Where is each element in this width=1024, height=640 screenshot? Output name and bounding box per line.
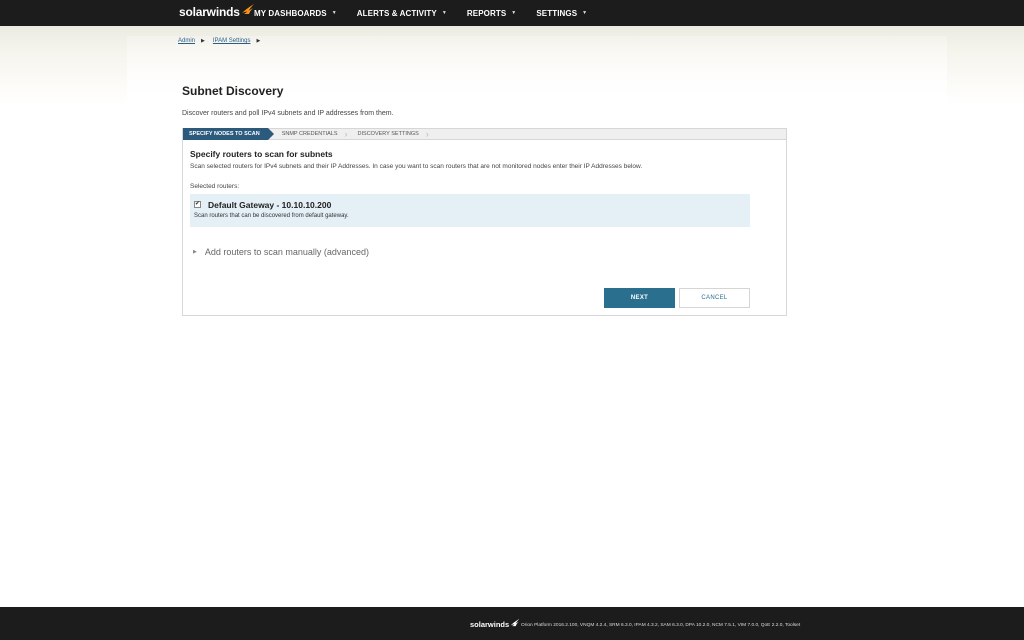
expand-arrow-icon: ▶ <box>193 249 197 255</box>
main-menu: MY DASHBOARDS ▼ ALERTS & ACTIVITY ▼ REPO… <box>254 0 587 26</box>
footer-brand-name: solarwinds <box>470 620 510 629</box>
caret-down-icon: ▼ <box>331 10 337 16</box>
step-discovery-settings-label: DISCOVERY SETTINGS <box>357 131 419 137</box>
nav-reports-label: REPORTS <box>466 8 507 18</box>
page-title: Subnet Discovery <box>182 84 284 98</box>
solarwinds-bird-icon <box>241 4 254 14</box>
nav-alerts-activity-label: ALERTS & ACTIVITY <box>356 8 437 18</box>
footer-logo: solarwinds <box>470 618 520 629</box>
next-button[interactable]: NEXT <box>604 288 675 308</box>
breadcrumb-arrow-icon: ▶ <box>256 38 261 44</box>
step-snmp-credentials-label: SNMP CREDENTIALS <box>281 131 338 137</box>
router-description: Scan routers that can be discovered from… <box>194 213 349 219</box>
section-description: Scan selected routers for IPv4 subnets a… <box>190 163 643 170</box>
cancel-button[interactable]: CANCEL <box>679 288 750 308</box>
step-specify-nodes-label: SPECIFY NODES TO SCAN <box>189 131 260 137</box>
top-navigation-bar: solarwinds MY DASHBOARDS ▼ ALERTS & ACTI… <box>0 0 1024 26</box>
chevron-right-icon: › <box>344 129 348 139</box>
nav-settings[interactable]: SETTINGS ▼ <box>536 9 587 18</box>
nav-my-dashboards[interactable]: MY DASHBOARDS ▼ <box>254 9 337 18</box>
page-description: Discover routers and poll IPv4 subnets a… <box>182 110 394 117</box>
router-checkbox[interactable]: ✔ <box>194 201 201 208</box>
caret-down-icon: ▼ <box>511 10 517 16</box>
breadcrumb: Admin ▶ IPAM Settings ▶ <box>178 38 268 44</box>
router-item: ✔ Default Gateway - 10.10.10.200 Scan ro… <box>190 194 750 227</box>
nav-alerts-activity[interactable]: ALERTS & ACTIVITY ▼ <box>357 9 447 18</box>
router-name: Default Gateway - 10.10.10.200 <box>208 200 332 210</box>
section-title: Specify routers to scan for subnets <box>190 149 333 159</box>
footer-product-versions: Orion Platform 2016.2.100, VNQM 4.2.4, S… <box>521 623 801 628</box>
brand-name: solarwinds <box>179 5 240 19</box>
selected-routers-label: Selected routers: <box>190 183 240 190</box>
wizard-panel: Specify routers to scan for subnets Scan… <box>182 140 787 316</box>
step-snmp-credentials: SNMP CREDENTIALS › <box>268 128 350 140</box>
nav-settings-label: SETTINGS <box>536 8 578 18</box>
wizard-steps: SPECIFY NODES TO SCAN SNMP CREDENTIALS ›… <box>182 128 787 140</box>
breadcrumb-ipam-settings-link[interactable]: IPAM Settings <box>213 38 251 44</box>
breadcrumb-admin-link[interactable]: Admin <box>178 38 195 44</box>
solarwinds-bird-icon <box>510 618 520 627</box>
solarwinds-logo[interactable]: solarwinds <box>179 4 255 19</box>
add-routers-manually-toggle[interactable]: ▶ Add routers to scan manually (advanced… <box>193 247 369 257</box>
chevron-right-icon: › <box>425 129 429 139</box>
step-discovery-settings: DISCOVERY SETTINGS › <box>350 128 431 140</box>
add-routers-manually-label: Add routers to scan manually (advanced) <box>204 247 369 257</box>
caret-down-icon: ▼ <box>441 10 447 16</box>
header-band <box>0 26 1024 106</box>
breadcrumb-arrow-icon: ▶ <box>201 38 205 44</box>
step-specify-nodes: SPECIFY NODES TO SCAN <box>183 128 274 140</box>
caret-down-icon: ▼ <box>582 10 588 16</box>
nav-my-dashboards-label: MY DASHBOARDS <box>254 8 327 18</box>
nav-reports[interactable]: REPORTS ▼ <box>467 9 516 18</box>
footer: solarwinds Orion Platform 2016.2.100, VN… <box>0 607 1024 640</box>
